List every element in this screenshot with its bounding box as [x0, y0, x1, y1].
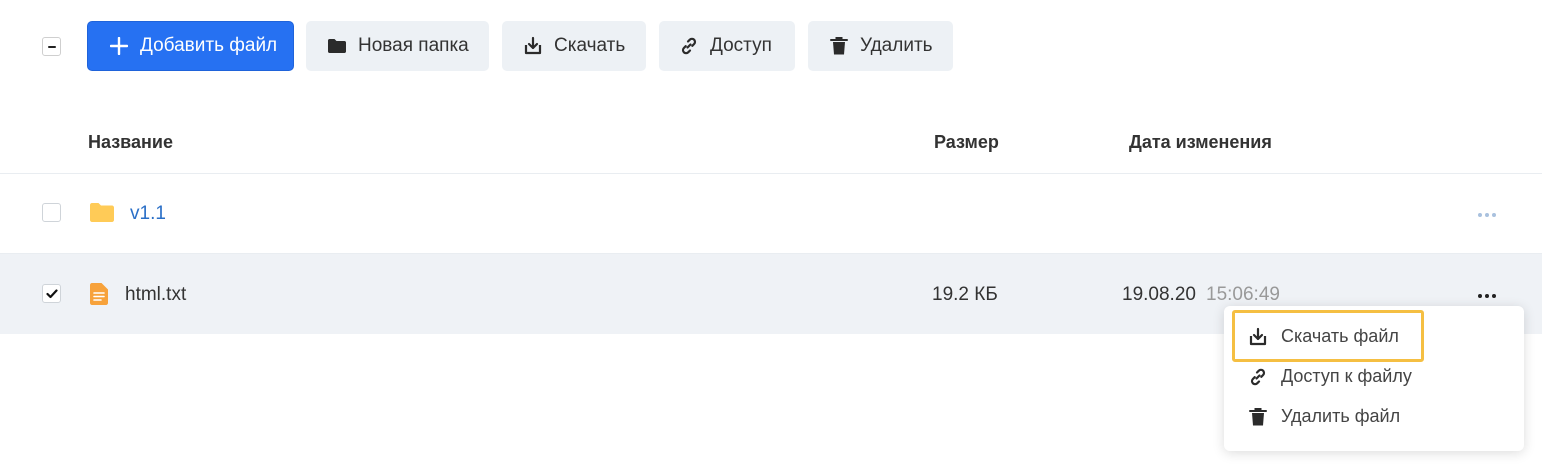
- menu-item-delete-file[interactable]: Удалить файл: [1248, 406, 1400, 427]
- menu-item-label: Доступ к файлу: [1281, 366, 1412, 386]
- folder-icon: [90, 202, 114, 228]
- column-name-header[interactable]: Название: [88, 132, 173, 153]
- folder-icon: [326, 35, 348, 57]
- menu-item-file-access[interactable]: Доступ к файлу: [1248, 366, 1412, 387]
- table-header: Название Размер Дата изменения: [0, 110, 1542, 174]
- column-size-header[interactable]: Размер: [934, 132, 999, 153]
- select-all-checkbox[interactable]: [42, 37, 61, 56]
- link-icon: [678, 35, 700, 57]
- trash-icon: [1248, 407, 1268, 427]
- link-icon: [1248, 367, 1268, 387]
- folder-name-link[interactable]: v1.1: [130, 203, 166, 225]
- toolbar: Добавить файл Новая папка Скачать Доступ…: [0, 21, 1542, 71]
- file-name[interactable]: html.txt: [125, 284, 186, 306]
- download-icon: [522, 35, 544, 57]
- file-time: 15:06:49: [1206, 284, 1280, 305]
- delete-button[interactable]: Удалить: [808, 21, 953, 71]
- add-file-label: Добавить файл: [140, 35, 278, 56]
- add-file-button[interactable]: Добавить файл: [87, 21, 294, 71]
- file-date: 19.08.20: [1122, 284, 1196, 305]
- trash-icon: [828, 35, 850, 57]
- document-icon: [90, 283, 108, 310]
- file-size: 19.2 КБ: [932, 284, 998, 305]
- access-label: Доступ: [710, 35, 772, 56]
- new-folder-label: Новая папка: [358, 35, 469, 56]
- menu-item-label: Удалить файл: [1281, 406, 1401, 426]
- delete-label: Удалить: [860, 35, 933, 56]
- more-horizontal-icon[interactable]: [1478, 213, 1496, 217]
- highlight-frame: [1232, 310, 1424, 362]
- column-date-header[interactable]: Дата изменения: [1129, 132, 1272, 153]
- row-checkbox-checked[interactable]: [42, 284, 61, 303]
- plus-icon: [108, 35, 130, 57]
- row-checkbox[interactable]: [42, 203, 61, 222]
- new-folder-button[interactable]: Новая папка: [306, 21, 489, 71]
- more-horizontal-icon[interactable]: [1478, 294, 1496, 298]
- table-row[interactable]: v1.1: [0, 174, 1542, 254]
- access-button[interactable]: Доступ: [659, 21, 795, 71]
- download-button[interactable]: Скачать: [502, 21, 646, 71]
- download-label: Скачать: [554, 35, 626, 56]
